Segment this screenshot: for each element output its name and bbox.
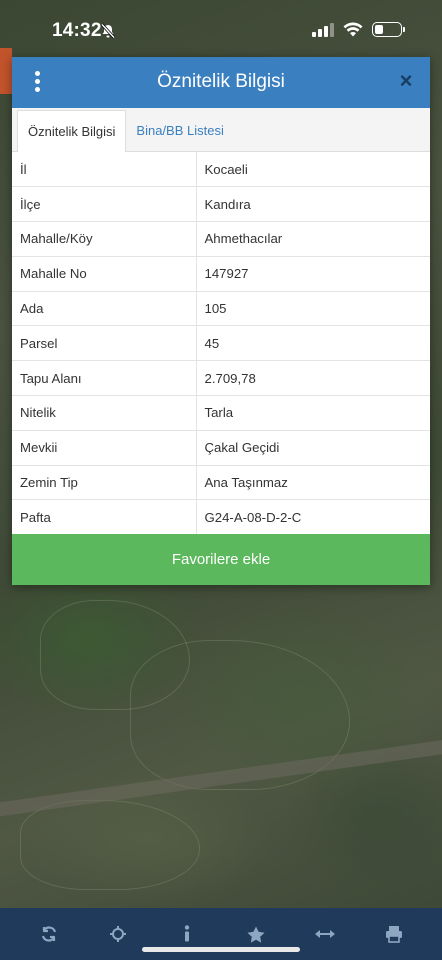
row-key: Mevkii <box>12 430 197 466</box>
row-key: Mahalle/Köy <box>12 221 197 257</box>
table-row: Ada 105 <box>12 291 430 327</box>
row-value: Tarla <box>196 395 430 431</box>
row-key: İlçe <box>12 186 197 223</box>
dialog-title: Öznitelik Bilgisi <box>157 71 285 92</box>
table-row: İlçe Kandıra <box>12 186 430 223</box>
table-row: Mahalle/Köy Ahmethacılar <box>12 221 430 257</box>
add-to-favorites-button[interactable]: Favorilere ekle <box>12 534 430 585</box>
row-value: Kocaeli <box>196 152 430 188</box>
refresh-icon[interactable] <box>34 919 64 949</box>
tab-building-list[interactable]: Bina/BB Listesi <box>126 110 233 151</box>
row-key: Mahalle No <box>12 256 197 292</box>
star-icon[interactable] <box>241 919 271 949</box>
close-icon[interactable]: × <box>394 69 418 93</box>
row-key: Zemin Tip <box>12 465 197 501</box>
row-value: 45 <box>196 325 430 362</box>
table-row: Mahalle No 147927 <box>12 256 430 292</box>
row-key: Pafta <box>12 499 197 536</box>
table-row: Pafta G24-A-08-D-2-C <box>12 499 430 536</box>
table-row: Mevkii Çakal Geçidi <box>12 430 430 466</box>
table-row: Tapu Alanı 2.709,78 <box>12 360 430 397</box>
table-row: Parsel 45 <box>12 325 430 362</box>
table-row: Zemin Tip Ana Taşınmaz <box>12 465 430 501</box>
attribute-info-dialog: Öznitelik Bilgisi × Öznitelik Bilgisi Bi… <box>12 57 430 585</box>
bell-muted-icon <box>100 23 116 39</box>
row-key: Tapu Alanı <box>12 360 197 397</box>
row-value: Çakal Geçidi <box>196 430 430 466</box>
row-value: 105 <box>196 291 430 327</box>
row-value: Ana Taşınmaz <box>196 465 430 501</box>
row-value: G24-A-08-D-2-C <box>196 499 430 536</box>
row-key: İl <box>12 152 197 188</box>
locate-icon[interactable] <box>103 919 133 949</box>
status-time: 14:32 <box>52 20 102 41</box>
dialog-header: Öznitelik Bilgisi × <box>12 57 430 108</box>
row-key: Ada <box>12 291 197 327</box>
info-icon[interactable] <box>172 919 202 949</box>
measure-icon[interactable] <box>310 919 340 949</box>
tab-attribute-info[interactable]: Öznitelik Bilgisi <box>17 110 127 152</box>
row-key: Parsel <box>12 325 197 362</box>
row-value: 147927 <box>196 256 430 292</box>
dialog-tabs: Öznitelik Bilgisi Bina/BB Listesi <box>12 108 430 152</box>
bottom-toolbar <box>0 908 442 960</box>
print-icon[interactable] <box>379 919 409 949</box>
battery-icon <box>372 22 405 37</box>
row-value: 2.709,78 <box>196 360 430 397</box>
wifi-icon <box>343 22 363 37</box>
home-indicator[interactable] <box>142 947 300 952</box>
table-row: Nitelik Tarla <box>12 395 430 431</box>
cellular-signal-icon <box>312 22 334 37</box>
row-value: Ahmethacılar <box>196 221 430 257</box>
attribute-table: İl Kocaeli İlçe Kandıra Mahalle/Köy Ahmetha… <box>12 152 430 536</box>
row-value: Kandıra <box>196 186 430 223</box>
row-key: Nitelik <box>12 395 197 431</box>
table-row: İl Kocaeli <box>12 152 430 188</box>
status-bar: 14:32 <box>0 0 442 56</box>
